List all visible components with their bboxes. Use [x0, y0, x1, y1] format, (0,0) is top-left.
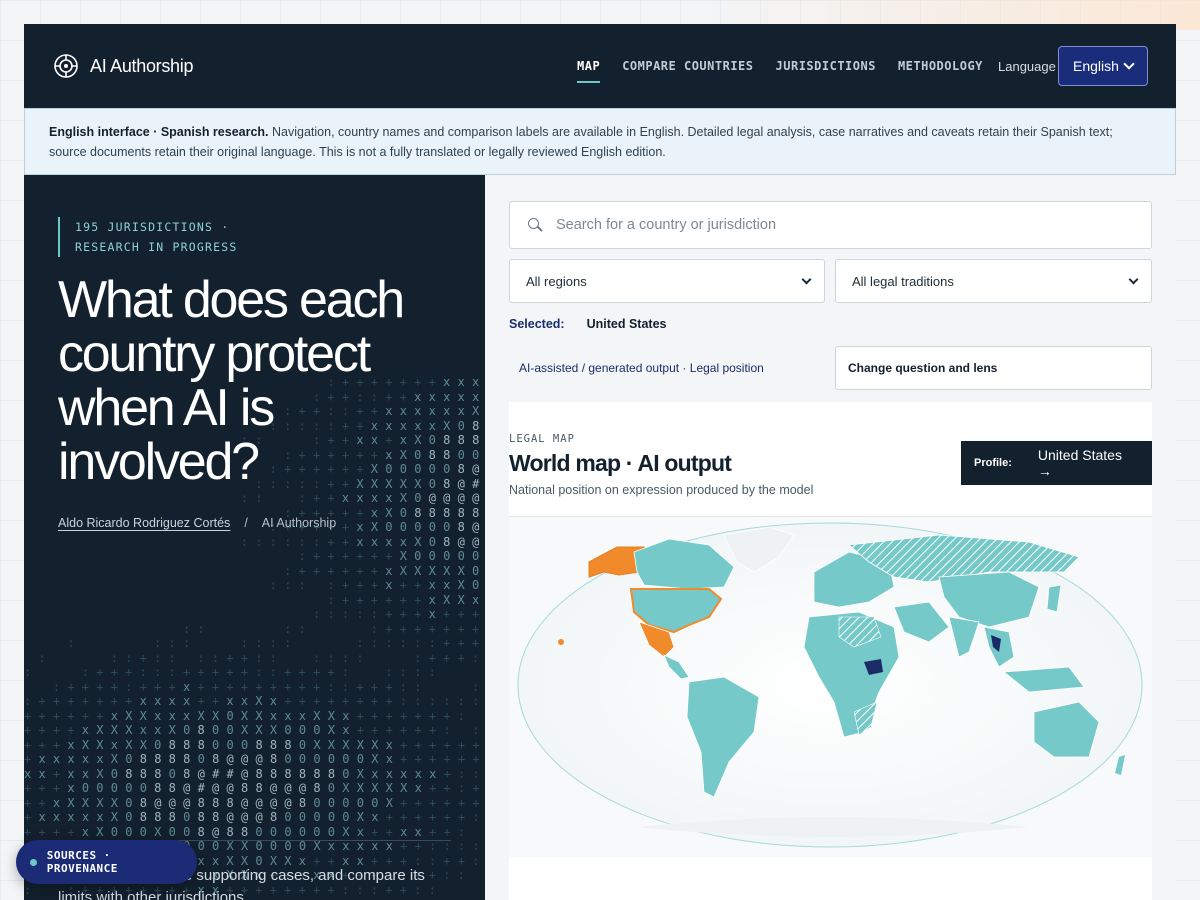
site-name: AI Authorship	[261, 516, 337, 530]
profile-value: United States →	[1037, 447, 1122, 479]
legal-tradition-select-value: All legal traditions	[852, 273, 954, 289]
country-hawaii[interactable]	[558, 639, 564, 645]
map-panel: Search for a country or jurisdiction All…	[485, 175, 1176, 900]
map-eyebrow: LEGAL MAP	[509, 433, 575, 445]
sources-provenance-button[interactable]: SOURCES · PROVENANCE	[16, 840, 197, 884]
language-select-value: English	[1073, 58, 1119, 74]
chevron-down-icon	[1123, 58, 1135, 70]
selected-value: United States	[586, 317, 667, 331]
chevron-down-icon	[801, 274, 812, 284]
world-map[interactable]	[509, 517, 1152, 857]
top-navigation: AI Authorship MAP COMPARE COUNTRIES JURI…	[24, 24, 1176, 108]
legal-map-card: LEGAL MAP World map · AI output National…	[509, 402, 1152, 900]
selected-label: Selected:	[509, 317, 565, 331]
author-link[interactable]: Aldo Ricardo Rodriguez Cortés	[58, 516, 230, 530]
language-label: Language	[998, 59, 1056, 74]
search-input[interactable]: Search for a country or jurisdiction	[509, 201, 1152, 249]
brand-logo-icon	[54, 54, 78, 78]
nav-jurisdictions[interactable]: JURISDICTIONS	[776, 59, 876, 83]
byline: Aldo Ricardo Rodriguez Cortés / AI Autho…	[58, 516, 336, 530]
legal-tradition-select[interactable]: All legal traditions	[835, 259, 1152, 303]
nav-methodology[interactable]: METHODOLOGY	[898, 59, 983, 83]
language-select[interactable]: English	[1058, 46, 1148, 86]
app-frame: AI Authorship MAP COMPARE COUNTRIES JURI…	[24, 24, 1176, 900]
language-notice: English interface · Spanish research. Na…	[24, 108, 1176, 175]
current-lens: AI-assisted / generated output · Legal p…	[519, 361, 764, 375]
world-map-svg	[517, 522, 1143, 848]
region-select-value: All regions	[526, 273, 587, 289]
brand[interactable]: AI Authorship	[52, 52, 193, 80]
country-new-zealand[interactable]	[1115, 755, 1125, 775]
profile-button[interactable]: Profile: United States →	[961, 441, 1152, 485]
selected-country: Selected: United States	[509, 317, 666, 331]
hero-title: What does each country protect when AI i…	[58, 271, 405, 491]
main-nav: MAP COMPARE COUNTRIES JURISDICTIONS METH…	[577, 59, 983, 83]
notice-lead: English interface · Spanish research.	[49, 125, 269, 139]
sources-provenance-label: SOURCES · PROVENANCE	[46, 849, 118, 875]
status-dot-icon	[30, 858, 37, 866]
byline-separator: /	[244, 516, 248, 530]
profile-label: Profile:	[974, 457, 1012, 469]
change-lens-button[interactable]: Change question and lens	[835, 346, 1152, 390]
chevron-down-icon	[1128, 274, 1139, 284]
search-placeholder: Search for a country or jurisdiction	[556, 217, 777, 233]
hero-eyebrow: 195 JURISDICTIONS · RESEARCH IN PROGRESS	[58, 217, 258, 257]
map-subtitle: National position on expression produced…	[509, 483, 814, 497]
region-select[interactable]: All regions	[509, 259, 825, 303]
nav-map[interactable]: MAP	[577, 59, 601, 83]
search-icon	[528, 218, 542, 232]
hero-panel: : + + + + + + + x x x + + + x x x x + + …	[24, 175, 485, 900]
map-title: World map · AI output	[509, 450, 732, 476]
brand-name: AI Authorship	[90, 55, 194, 76]
nav-compare-countries[interactable]: COMPARE COUNTRIES	[622, 59, 753, 83]
